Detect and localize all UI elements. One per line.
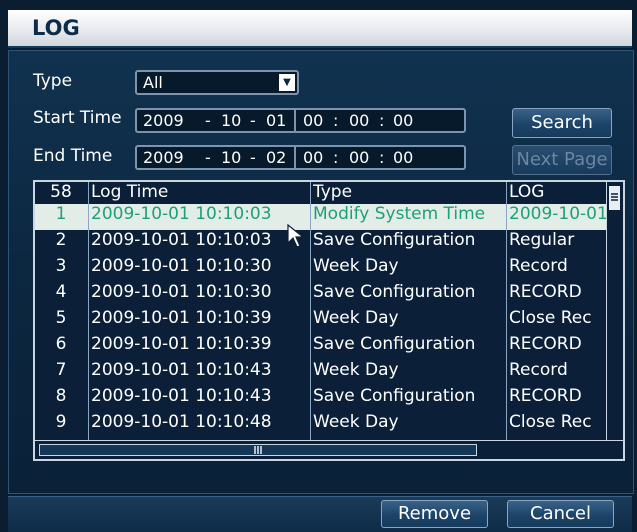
row-type: Week Day [313,412,399,432]
row-type: Modify System Time [313,204,486,224]
search-button[interactable]: Search [512,108,612,138]
table-row[interactable]: 2 2009-10-01 10:10:03 Save Configuration… [35,230,609,256]
row-number: 1 [55,204,67,224]
field-divider [294,108,296,133]
row-time: 2009-10-01 10:10:43 [91,360,272,380]
start-date-sep-1: - [205,111,211,130]
table-row[interactable]: 8 2009-10-01 10:10:43 Save Configuration… [35,386,609,412]
start-second[interactable]: 00 [393,110,413,131]
start-time-label: Start Time [33,108,122,128]
end-minute[interactable]: 00 [349,147,369,168]
start-time-sep-1: : [333,111,339,130]
row-log: Close Rec [509,412,592,432]
log-table[interactable]: 58 Log Time Type LOG 1 2009-10-01 10:10:… [33,180,625,461]
table-row[interactable]: 9 2009-10-01 10:10:48 Week Day Close Rec [35,412,609,440]
end-date-sep-2: - [250,148,256,167]
row-log: RECORD [509,282,582,302]
row-number: 2 [55,230,67,250]
grip-icon [254,446,262,454]
next-page-button[interactable]: Next Page [512,145,612,175]
row-type: Save Configuration [313,386,476,406]
row-type: Week Day [313,256,399,276]
type-dropdown[interactable]: All ▼ [135,70,299,95]
record-count: 58 [50,182,72,202]
row-type: Week Day [313,360,399,380]
start-time-field[interactable]: 2009 - 10 - 01 00 : 00 : 00 [135,108,466,133]
header-log[interactable]: LOG [509,182,609,202]
end-date-sep-1: - [205,148,211,167]
header-type[interactable]: Type [313,182,505,202]
row-time: 2009-10-01 10:10:30 [91,282,272,302]
table-row[interactable]: 3 2009-10-01 10:10:30 Week Day Record [35,256,609,282]
grip-icon [611,193,618,201]
field-divider [294,145,296,170]
column-divider [310,182,311,440]
row-number: 3 [55,256,67,276]
row-number: 7 [55,360,67,380]
row-time: 2009-10-01 10:10:39 [91,334,272,354]
row-number: 8 [55,386,67,406]
start-year[interactable]: 2009 [143,110,184,131]
start-date-sep-2: - [250,111,256,130]
row-time: 2009-10-01 10:10:03 [91,230,272,250]
type-dropdown-value: All [143,73,163,92]
row-number: 6 [55,334,67,354]
row-time: 2009-10-01 10:10:30 [91,256,272,276]
row-log: Record [509,256,568,276]
start-day[interactable]: 01 [266,110,286,131]
end-time-sep-2: : [379,148,385,167]
row-time: 2009-10-01 10:10:48 [91,412,272,432]
row-time: 2009-10-01 10:10:39 [91,308,272,328]
end-second[interactable]: 00 [393,147,413,168]
end-day[interactable]: 02 [266,147,286,168]
horizontal-scrollbar[interactable] [35,440,623,459]
table-row[interactable]: 4 2009-10-01 10:10:30 Save Configuration… [35,282,609,308]
row-time: 2009-10-01 10:10:03 [91,204,272,224]
table-row[interactable]: 7 2009-10-01 10:10:43 Week Day Record [35,360,609,386]
row-log: Close Rec [509,308,592,328]
start-time-sep-2: : [379,111,385,130]
start-month[interactable]: 10 [221,110,241,131]
vertical-scrollbar[interactable] [606,182,623,440]
chevron-down-icon[interactable]: ▼ [279,74,295,91]
start-hour[interactable]: 00 [303,110,323,131]
table-row[interactable]: 1 2009-10-01 10:10:03 Modify System Time… [35,204,609,230]
cancel-button[interactable]: Cancel [507,500,614,528]
remove-button[interactable]: Remove [381,500,488,528]
row-number: 5 [55,308,67,328]
end-year[interactable]: 2009 [143,147,184,168]
row-log: RECORD [509,386,582,406]
row-type: Save Configuration [313,334,476,354]
column-divider [88,182,89,440]
row-number: 9 [55,412,67,432]
row-log: Record [509,360,568,380]
table-row[interactable]: 5 2009-10-01 10:10:39 Week Day Close Rec [35,308,609,334]
title-bar: LOG [8,10,632,48]
row-type: Save Configuration [313,230,476,250]
mouse-pointer-icon [287,224,305,248]
row-log: RECORD [509,334,582,354]
row-type: Week Day [313,308,399,328]
window-title: LOG [32,16,80,40]
table-row[interactable]: 6 2009-10-01 10:10:39 Save Configuration… [35,334,609,360]
end-time-label: End Time [33,146,113,166]
row-log: Regular [509,230,575,250]
vertical-scroll-thumb[interactable] [608,185,621,211]
column-divider [506,182,507,440]
end-month[interactable]: 10 [221,147,241,168]
end-hour[interactable]: 00 [303,147,323,168]
row-type: Save Configuration [313,282,476,302]
end-time-field[interactable]: 2009 - 10 - 02 00 : 00 : 00 [135,145,466,170]
table-header: 58 Log Time Type LOG [35,182,609,204]
row-log: 2009-10-01 [509,204,608,224]
horizontal-scroll-thumb[interactable] [39,444,477,456]
header-log-time[interactable]: Log Time [91,182,309,202]
row-time: 2009-10-01 10:10:43 [91,386,272,406]
row-number: 4 [55,282,67,302]
start-minute[interactable]: 00 [349,110,369,131]
end-time-sep-1: : [333,148,339,167]
type-label: Type [33,71,73,91]
